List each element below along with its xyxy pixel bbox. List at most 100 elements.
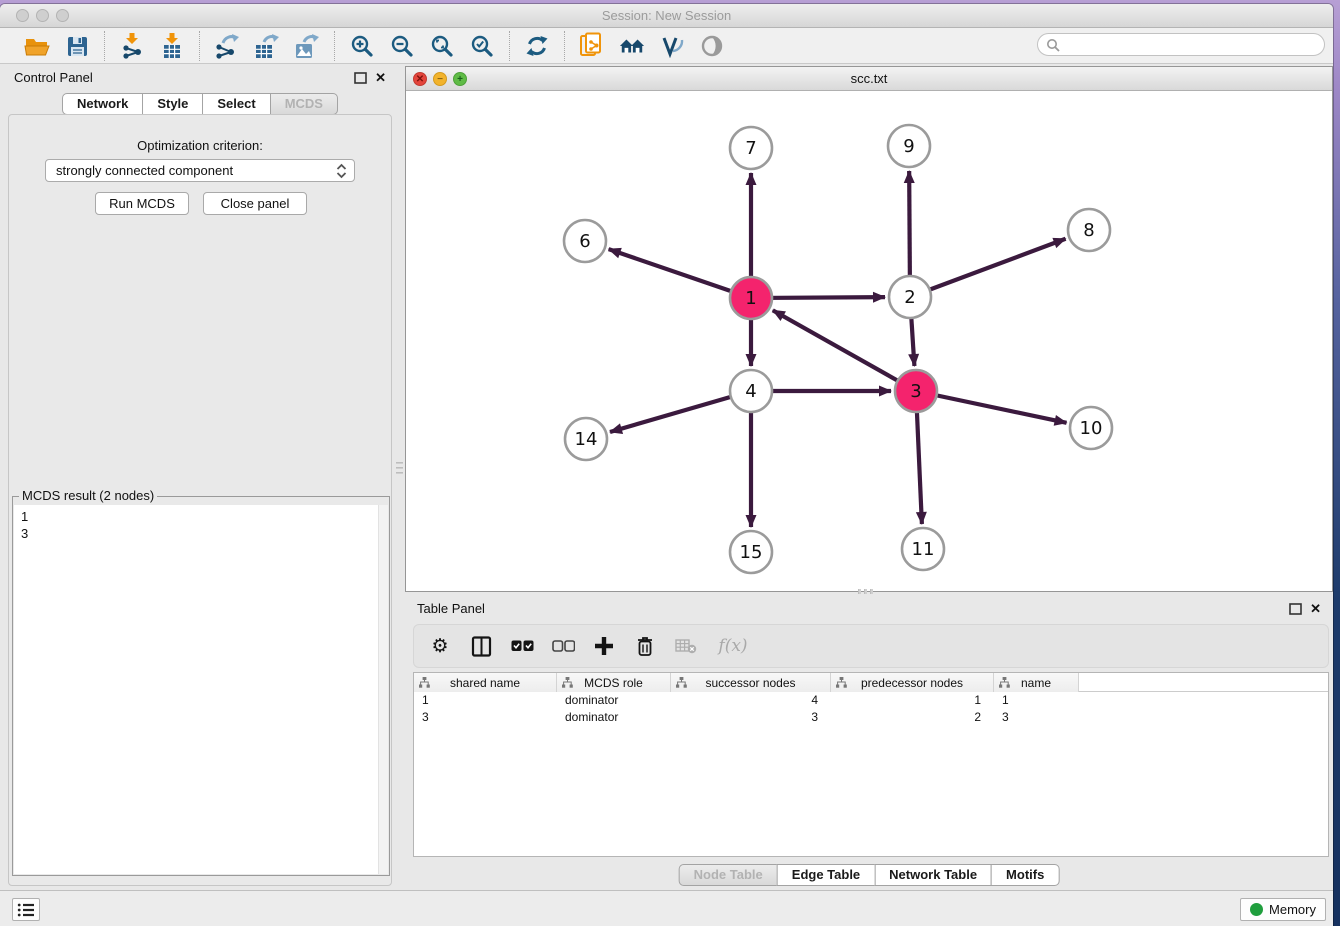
cell-2-mcds-role[interactable]: dominator — [557, 709, 671, 726]
chevron-up-down-icon — [333, 162, 350, 183]
column-header-mcds-role[interactable]: MCDS role — [557, 673, 671, 692]
column-header-shared-name[interactable]: shared name — [414, 673, 557, 692]
column-header-name[interactable]: name — [994, 673, 1079, 692]
table-body: 1dominator4113dominator323 — [414, 692, 1328, 726]
visual-mapping-icon[interactable] — [659, 33, 685, 59]
table-toolbar: ⚙ f(x) — [413, 624, 1329, 668]
result-scrollbar[interactable] — [378, 505, 388, 874]
network-title: scc.txt — [406, 71, 1332, 86]
table-panel-tabs: Node TableEdge TableNetwork TableMotifs — [679, 864, 1060, 886]
export-table-icon[interactable] — [254, 33, 280, 59]
node-label-10: 10 — [1080, 418, 1103, 439]
cell-2-shared-name[interactable]: 3 — [414, 709, 557, 726]
control-panel-header: Control Panel ✕ — [0, 66, 400, 92]
search-icon — [1046, 38, 1060, 52]
node-table: shared nameMCDS rolesuccessor nodesprede… — [413, 672, 1329, 857]
toggle-columns-icon[interactable] — [469, 634, 493, 658]
node-label-14: 14 — [575, 429, 598, 450]
close-panel-button[interactable]: Close panel — [203, 192, 307, 215]
tab-network[interactable]: Network — [62, 93, 143, 115]
network-canvas[interactable]: 1234678910111415 — [406, 91, 1332, 591]
table-header-row: shared nameMCDS rolesuccessor nodesprede… — [414, 673, 1328, 692]
refresh-icon[interactable] — [524, 33, 550, 59]
column-header-successor-nodes[interactable]: successor nodes — [671, 673, 831, 692]
select-all-icon[interactable] — [510, 634, 534, 658]
node-label-1: 1 — [745, 288, 756, 309]
graphics-details-eye-icon[interactable] — [699, 33, 725, 59]
cell-1-mcds-role[interactable]: dominator — [557, 692, 671, 709]
node-label-15: 15 — [740, 542, 763, 563]
import-table-icon[interactable] — [159, 33, 185, 59]
open-session-icon[interactable] — [24, 33, 50, 59]
node-label-6: 6 — [579, 231, 590, 252]
main-toolbar — [0, 28, 1333, 64]
column-header-predecessor-nodes[interactable]: predecessor nodes — [831, 673, 994, 692]
tab-mcds[interactable]: MCDS — [270, 93, 338, 115]
search-input[interactable] — [1065, 36, 1324, 54]
network-view-frame: ✕ − + scc.txt 1234678910111415 — [405, 66, 1333, 592]
save-session-icon[interactable] — [64, 33, 90, 59]
table-row-2: 3dominator323 — [414, 709, 1328, 726]
home-icon[interactable] — [619, 33, 645, 59]
export-image-icon[interactable] — [294, 33, 320, 59]
mcds-result-fieldset: MCDS result (2 nodes) 1 3 — [12, 496, 390, 876]
main-titlebar[interactable]: Session: New Session — [0, 4, 1333, 28]
cell-2-predecessor-nodes[interactable]: 2 — [831, 709, 994, 726]
close-table-panel-icon[interactable]: ✕ — [1310, 602, 1321, 615]
add-column-plus-icon[interactable] — [592, 634, 616, 658]
cell-2-name[interactable]: 3 — [994, 709, 1079, 726]
zoom-out-icon[interactable] — [389, 33, 415, 59]
node-label-7: 7 — [745, 138, 756, 159]
tab-motifs[interactable]: Motifs — [991, 864, 1059, 886]
table-panel-header: Table Panel ✕ — [405, 597, 1333, 621]
float-table-panel-icon[interactable] — [1289, 603, 1302, 615]
control-panel-tabs: NetworkStyleSelectMCDS — [62, 93, 338, 115]
tab-edge-table[interactable]: Edge Table — [777, 864, 875, 886]
memory-button[interactable]: Memory — [1240, 898, 1326, 921]
float-panel-icon[interactable] — [354, 72, 367, 84]
open-network-document-icon[interactable] — [579, 33, 605, 59]
memory-status-dot — [1250, 903, 1263, 916]
zoom-selected-icon[interactable] — [469, 33, 495, 59]
control-panel-title: Control Panel — [14, 70, 93, 85]
export-network-icon[interactable] — [214, 33, 240, 59]
memory-label: Memory — [1269, 902, 1316, 917]
cell-1-name[interactable]: 1 — [994, 692, 1079, 709]
optimization-criterion-label: Optimization criterion: — [0, 138, 400, 153]
task-history-button[interactable] — [12, 898, 40, 921]
zoom-in-icon[interactable] — [349, 33, 375, 59]
tab-style[interactable]: Style — [142, 93, 203, 115]
vertical-splitter-handle[interactable] — [396, 456, 403, 480]
deselect-all-icon[interactable] — [551, 634, 575, 658]
window-title: Session: New Session — [0, 8, 1333, 23]
horizontal-splitter-handle[interactable] — [858, 589, 876, 594]
node-label-2: 2 — [904, 287, 915, 308]
node-label-11: 11 — [912, 539, 935, 560]
close-panel-icon[interactable]: ✕ — [375, 71, 386, 84]
delete-column-trash-icon[interactable] — [633, 634, 657, 658]
mcds-result-text[interactable]: 1 3 — [14, 505, 388, 874]
tab-select[interactable]: Select — [202, 93, 270, 115]
table-panel-title: Table Panel — [417, 601, 485, 616]
import-network-icon[interactable] — [119, 33, 145, 59]
cell-1-predecessor-nodes[interactable]: 1 — [831, 692, 994, 709]
zoom-fit-icon[interactable] — [429, 33, 455, 59]
tab-network-table[interactable]: Network Table — [874, 864, 992, 886]
edge-1-6[interactable] — [609, 249, 751, 298]
cell-1-shared-name[interactable]: 1 — [414, 692, 557, 709]
column-settings-gear-icon[interactable]: ⚙ — [428, 634, 452, 658]
edge-3-10[interactable] — [916, 391, 1067, 423]
status-bar: Memory — [0, 890, 1333, 926]
cell-1-successor-nodes[interactable]: 4 — [671, 692, 831, 709]
cell-2-successor-nodes[interactable]: 3 — [671, 709, 831, 726]
network-frame-titlebar[interactable]: ✕ − + scc.txt — [406, 67, 1332, 91]
optimization-criterion-select[interactable]: strongly connected component — [45, 159, 355, 182]
edge-2-8[interactable] — [910, 239, 1066, 297]
tab-node-table[interactable]: Node Table — [679, 864, 778, 886]
optimization-criterion-value: strongly connected component — [56, 163, 233, 178]
run-mcds-button[interactable]: Run MCDS — [95, 192, 189, 215]
node-label-3: 3 — [910, 381, 921, 402]
toolbar-search[interactable] — [1037, 33, 1325, 56]
edge-3-1[interactable] — [773, 310, 916, 391]
node-label-9: 9 — [903, 136, 914, 157]
